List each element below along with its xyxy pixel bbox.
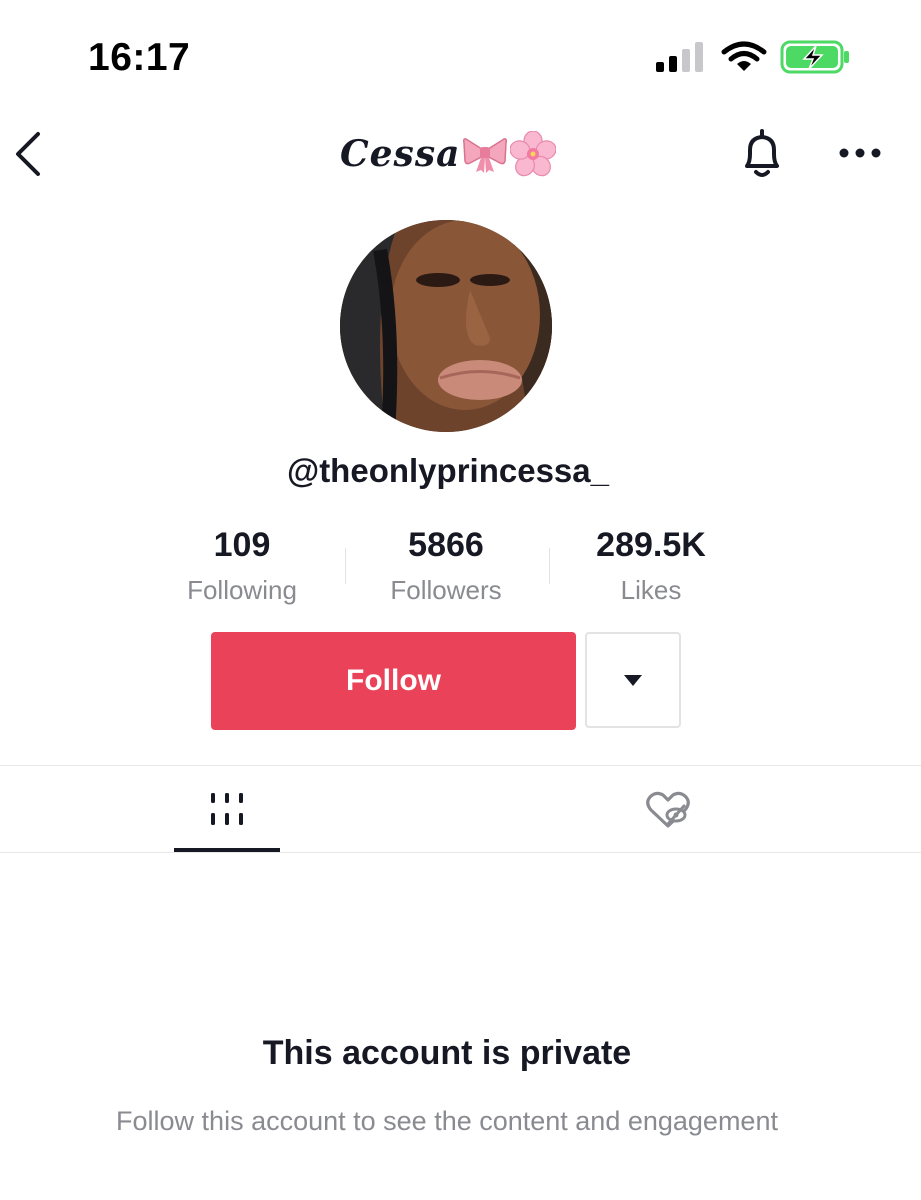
status-time: 16:17 [88, 36, 191, 79]
tabs-divider-top [0, 765, 921, 766]
tabs-divider-bottom [0, 852, 921, 853]
follow-button[interactable]: Follow [211, 632, 576, 730]
private-account-title: This account is private [262, 1034, 632, 1072]
profile-nickname: Cessa [340, 126, 600, 182]
cherry-blossom-icon [510, 131, 557, 177]
username: @theonlyprincessa_ [287, 452, 609, 489]
avatar[interactable] [340, 220, 552, 432]
private-account-subtitle: Follow this account to see the content a… [116, 1106, 778, 1136]
followers-label: Followers [390, 575, 502, 605]
suggested-accounts-button[interactable] [585, 632, 681, 728]
tab-liked[interactable] [615, 768, 721, 852]
following-count: 109 [213, 526, 271, 564]
likes-label: Likes [620, 575, 682, 605]
stat-divider [549, 548, 550, 584]
caret-down-icon [624, 675, 642, 686]
grid-icon [211, 793, 243, 825]
wifi-icon [721, 41, 767, 71]
following-label: Following [187, 575, 297, 605]
avatar-image [340, 220, 552, 432]
signal-icon [656, 42, 703, 72]
bell-icon[interactable] [738, 128, 786, 182]
stat-followers[interactable]: 5866 Followers [346, 526, 546, 606]
back-icon[interactable] [8, 128, 44, 180]
more-icon[interactable] [836, 136, 884, 172]
nickname-text: Cessa [340, 133, 461, 175]
battery-charging-icon [780, 40, 849, 74]
likes-count: 289.5K [596, 526, 706, 564]
stat-following[interactable]: 109 Following [142, 526, 342, 606]
tab-videos[interactable] [174, 768, 280, 852]
stat-likes: 289.5K Likes [551, 526, 751, 606]
followers-count: 5866 [408, 526, 484, 564]
liked-hidden-icon [646, 791, 690, 828]
ribbon-icon [463, 138, 508, 173]
